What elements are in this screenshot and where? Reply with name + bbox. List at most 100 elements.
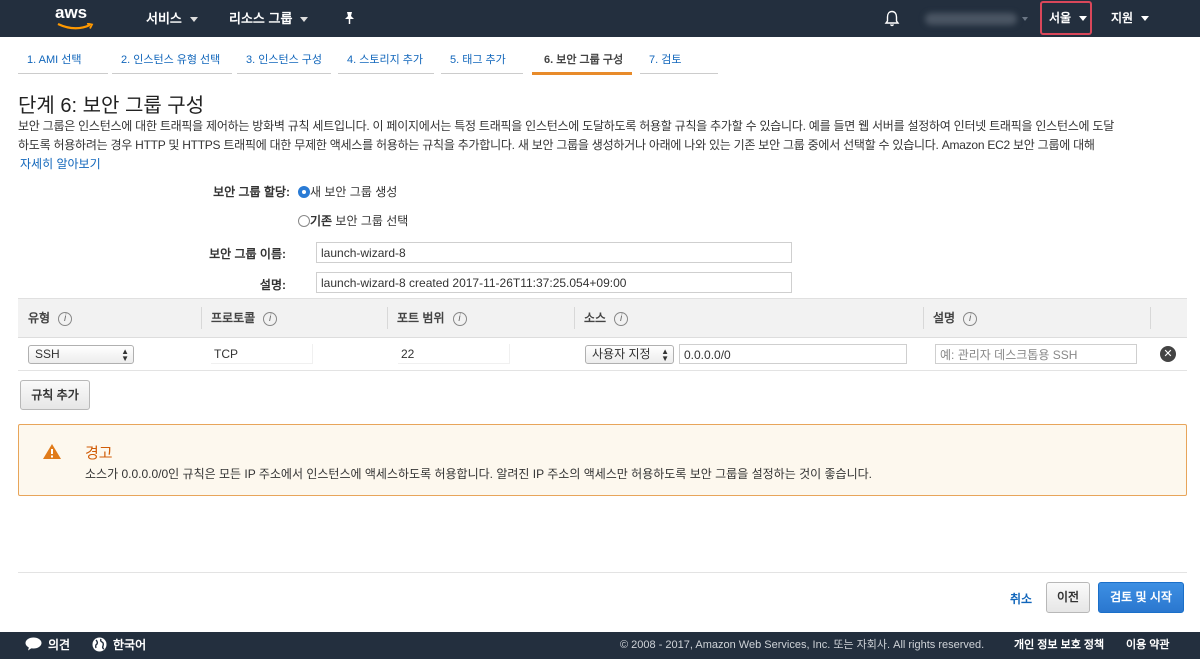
divider xyxy=(18,572,1187,573)
footer: 의견 한국어 © 2008 - 2017, Amazon Web Service… xyxy=(0,632,1200,659)
header-description: 설명 i xyxy=(933,299,978,337)
select-arrows-icon: ▲ ▼ xyxy=(661,347,669,363)
terms-link[interactable]: 이용 약관 xyxy=(1126,632,1170,659)
tab-underline-active xyxy=(532,72,632,75)
column-divider xyxy=(387,307,388,329)
aws-logo-text: aws xyxy=(55,3,88,22)
header-port-label: 포트 범위 xyxy=(397,311,445,325)
speech-bubble-icon xyxy=(25,637,42,651)
port-range-input[interactable]: 22 xyxy=(398,344,510,364)
services-menu[interactable]: 서비스 xyxy=(146,0,198,37)
header-protocol-label: 프로토콜 xyxy=(211,311,256,325)
rule-description-input[interactable]: 예: 관리자 데스크톱용 SSH xyxy=(935,344,1137,364)
tab-label: 6. 보안 그룹 구성 xyxy=(544,54,624,66)
support-menu[interactable]: 지원 xyxy=(1111,0,1150,37)
option-new-label: 새 보안 그룹 생성 xyxy=(310,185,398,199)
intro-line-1: 보안 그룹은 인스턴스에 대한 트래픽을 제어하는 방화벽 규칙 세트입니다. … xyxy=(18,119,1114,133)
tab-label: 1. AMI 선택 xyxy=(27,54,82,66)
info-icon[interactable]: i xyxy=(963,311,978,326)
tab-add-storage[interactable]: 4. 스토리지 추가 xyxy=(338,37,434,76)
cancel-link[interactable]: 취소 xyxy=(1010,590,1032,607)
review-launch-button[interactable]: 검토 및 시작 xyxy=(1098,582,1184,613)
source-select-value: 사용자 지정 xyxy=(592,347,651,361)
wizard-steps: 1. AMI 선택 2. 인스턴스 유형 선택 3. 인스턴스 구성 4. 스토… xyxy=(0,37,1200,77)
column-divider xyxy=(574,307,575,329)
tab-underline xyxy=(338,73,434,74)
bell-icon[interactable] xyxy=(884,10,900,27)
tab-label: 2. 인스턴스 유형 선택 xyxy=(121,54,221,66)
info-icon[interactable]: i xyxy=(263,311,278,326)
tab-configure-instance[interactable]: 3. 인스턴스 구성 xyxy=(237,37,331,76)
resource-groups-menu-label: 리소스 그룹 xyxy=(229,11,293,26)
info-icon[interactable]: i xyxy=(614,311,629,326)
column-divider xyxy=(201,307,202,329)
tab-instance-type[interactable]: 2. 인스턴스 유형 선택 xyxy=(112,37,232,76)
tab-label: 4. 스토리지 추가 xyxy=(347,54,424,66)
tab-review[interactable]: 7. 검토 xyxy=(640,37,718,76)
resource-groups-menu[interactable]: 리소스 그룹 xyxy=(229,0,309,37)
type-select-value: SSH xyxy=(35,347,60,361)
copyright-text: © 2008 - 2017, Amazon Web Services, Inc.… xyxy=(620,639,985,651)
option-existing-group[interactable]: 기존 보안 그룹 선택 xyxy=(298,212,408,229)
aws-logo[interactable]: aws xyxy=(55,4,97,34)
tab-underline xyxy=(441,73,523,74)
protocol-field[interactable]: TCP xyxy=(211,344,313,364)
add-rule-button[interactable]: 규칙 추가 xyxy=(20,380,90,410)
chevron-down-icon xyxy=(1022,17,1028,21)
learn-more-link[interactable]: 자세히 알아보기 xyxy=(20,155,101,172)
warning-icon xyxy=(43,444,61,459)
radio-unselected-icon[interactable] xyxy=(298,215,310,227)
info-icon[interactable]: i xyxy=(452,311,467,326)
type-select[interactable]: SSH ▲ ▼ xyxy=(28,345,134,364)
group-name-input[interactable]: launch-wizard-8 xyxy=(316,242,792,263)
intro-text: 보안 그룹은 인스턴스에 대한 트래픽을 제어하는 방화벽 규칙 세트입니다. … xyxy=(18,117,1196,155)
chevron-down-icon xyxy=(300,17,309,23)
warning-text: 소스가 0.0.0.0/0인 규칙은 모든 IP 주소에서 인스턴스에 액세스하… xyxy=(85,467,872,481)
tab-underline xyxy=(237,73,331,74)
assign-label: 보안 그룹 할당: xyxy=(213,185,290,199)
intro-line-2: 하도록 허용하려는 경우 HTTP 및 HTTPS 트래픽에 대한 무제한 액세… xyxy=(18,138,1095,152)
source-cidr-input[interactable]: 0.0.0.0/0 xyxy=(679,344,907,364)
header-protocol: 프로토콜 i xyxy=(211,299,278,337)
language-label: 한국어 xyxy=(113,638,147,652)
header-source: 소스 i xyxy=(584,299,629,337)
page-title: 단계 6: 보안 그룹 구성 xyxy=(18,95,205,117)
source-select[interactable]: 사용자 지정 ▲ ▼ xyxy=(585,345,674,364)
warning-box: 경고 소스가 0.0.0.0/0인 규칙은 모든 IP 주소에서 인스턴스에 액… xyxy=(18,424,1187,496)
tab-label: 7. 검토 xyxy=(649,54,682,66)
option-existing-bold: 기존 xyxy=(310,214,333,228)
privacy-link[interactable]: 개인 정보 보호 정책 xyxy=(1014,632,1104,659)
pin-icon[interactable] xyxy=(343,11,356,25)
option-new-group[interactable]: 새 보안 그룹 생성 xyxy=(298,183,397,200)
services-menu-label: 서비스 xyxy=(146,11,182,26)
tab-underline xyxy=(112,73,232,74)
chevron-down-icon xyxy=(189,17,198,23)
feedback-link[interactable]: 의견 xyxy=(25,632,70,659)
select-arrows-icon: ▲ ▼ xyxy=(121,347,129,363)
chevron-down-icon xyxy=(1141,16,1150,22)
tab-security-group[interactable]: 6. 보안 그룹 구성 xyxy=(532,37,632,76)
tab-underline xyxy=(640,73,718,74)
header-description-label: 설명 xyxy=(933,311,956,325)
top-nav: aws 서비스 리소스 그룹 서울 지원 xyxy=(0,0,1200,37)
remove-rule-icon[interactable]: ✕ xyxy=(1160,346,1176,362)
tab-label: 5. 태그 추가 xyxy=(450,54,506,66)
tab-ami[interactable]: 1. AMI 선택 xyxy=(18,37,108,76)
option-existing-label: 보안 그룹 선택 xyxy=(332,214,409,228)
account-menu[interactable] xyxy=(925,13,1017,25)
region-highlight-box xyxy=(1040,1,1092,35)
previous-button[interactable]: 이전 xyxy=(1046,582,1090,613)
radio-selected-icon[interactable] xyxy=(298,186,310,198)
info-icon[interactable]: i xyxy=(58,311,73,326)
tab-add-tags[interactable]: 5. 태그 추가 xyxy=(441,37,523,76)
tab-underline xyxy=(18,73,108,74)
column-divider xyxy=(923,307,924,329)
header-source-label: 소스 xyxy=(584,311,607,325)
tab-label: 3. 인스턴스 구성 xyxy=(246,54,323,66)
language-menu[interactable]: 한국어 xyxy=(92,632,146,659)
description-input[interactable]: launch-wizard-8 created 2017-11-26T11:37… xyxy=(316,272,792,293)
aws-smile-icon xyxy=(57,23,94,30)
header-port-range: 포트 범위 i xyxy=(397,299,467,337)
header-type: 유형 i xyxy=(28,299,73,337)
group-name-label: 보안 그룹 이름: xyxy=(209,247,286,261)
